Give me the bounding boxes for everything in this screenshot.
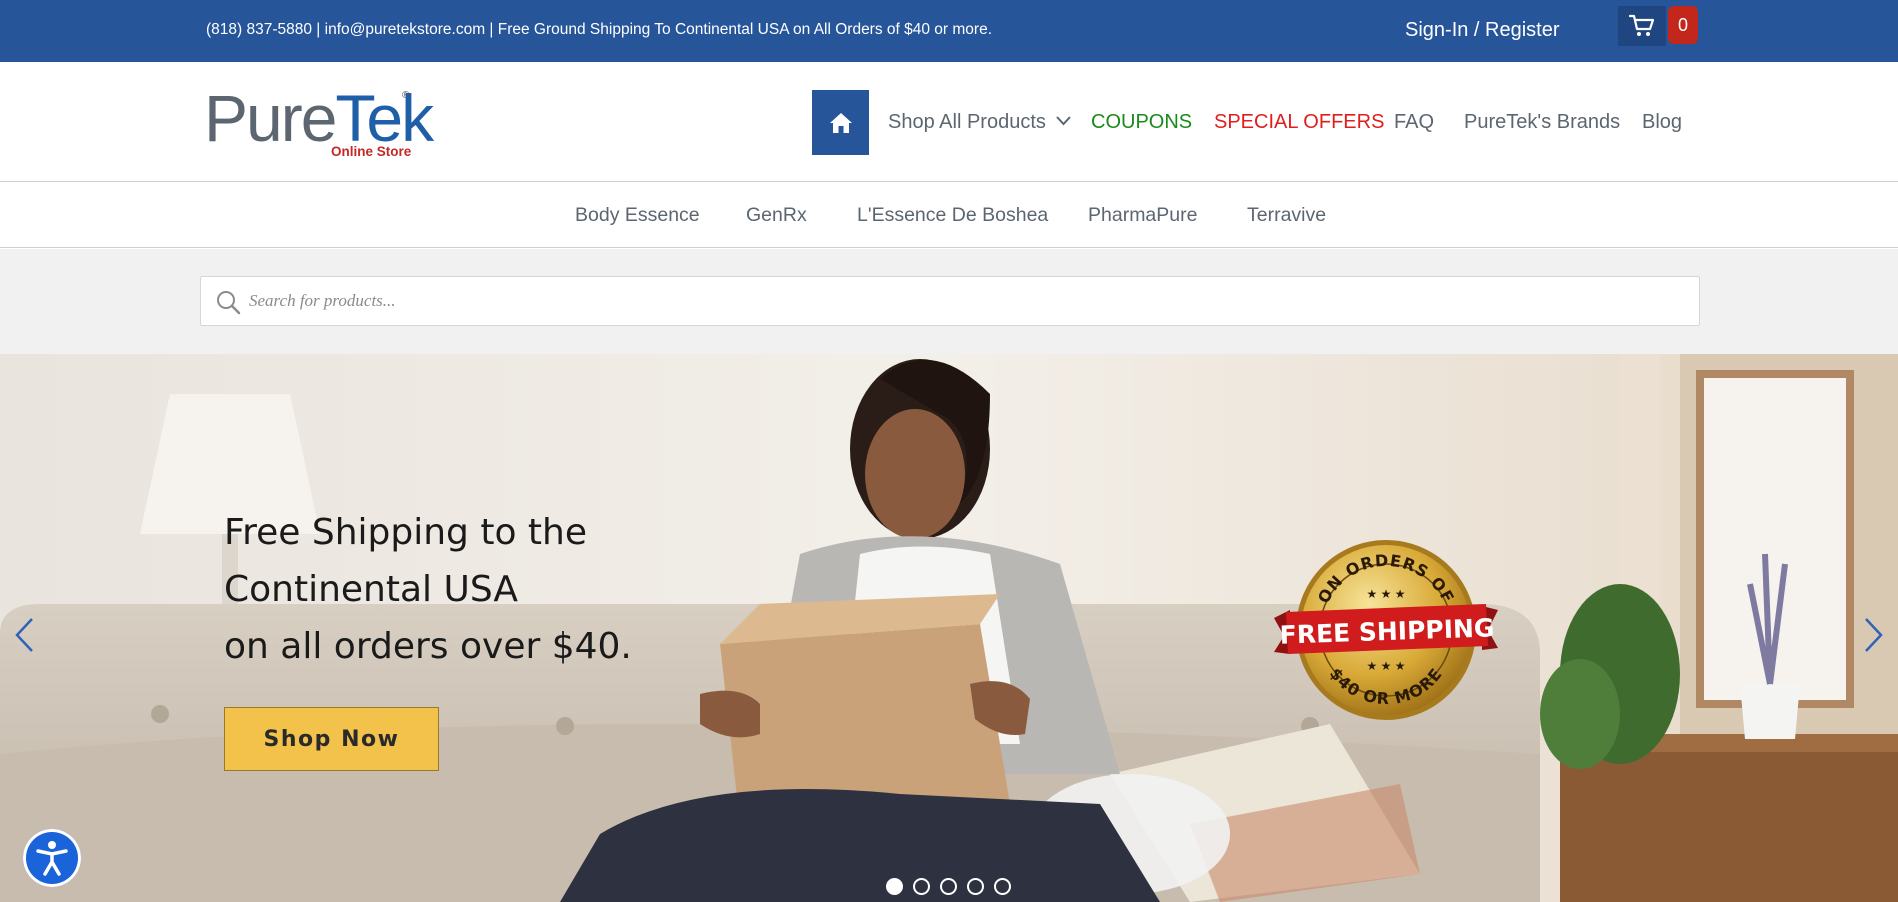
nav-puretek-brands[interactable]: PureTek's Brands — [1464, 111, 1620, 134]
hero-title-line: Continental USA — [224, 569, 518, 610]
free-shipping-badge: ON ORDERS OF $40 OR MORE ★ ★ ★ ★ ★ ★ FRE… — [1274, 540, 1498, 720]
nav-shop-all-products[interactable]: Shop All Products — [888, 111, 1071, 134]
search-box[interactable] — [200, 276, 1700, 326]
slider-dot[interactable] — [994, 878, 1011, 895]
svg-text:★ ★ ★: ★ ★ ★ — [1367, 587, 1406, 601]
sign-in-register-link[interactable]: Sign-In / Register — [1405, 19, 1560, 42]
top-bar: (818) 837-5880 | info@puretekstore.com |… — [0, 0, 1898, 62]
nav-blog[interactable]: Blog — [1642, 111, 1682, 134]
search-icon — [217, 291, 241, 315]
chevron-down-icon — [1056, 116, 1071, 126]
hero-title: Free Shipping to the Continental USA on … — [224, 504, 632, 675]
nav-faq[interactable]: FAQ — [1394, 111, 1434, 134]
brand-link-pharmapure[interactable]: PharmaPure — [1088, 204, 1197, 227]
hero-title-line: on all orders over $40. — [224, 626, 632, 667]
home-icon — [829, 112, 852, 133]
search-input[interactable] — [249, 285, 1679, 317]
accessibility-button[interactable] — [23, 829, 81, 887]
slider-dot[interactable] — [940, 878, 957, 895]
nav-shop-all-label: Shop All Products — [888, 111, 1046, 133]
accessibility-icon — [36, 841, 68, 876]
puretek-logo[interactable]: PureTek ® Online Store — [204, 81, 434, 162]
cart-button[interactable] — [1618, 6, 1666, 46]
brand-link-terravive[interactable]: Terravive — [1247, 204, 1326, 227]
brand-bar: Body Essence GenRx L'Essence De Boshea P… — [0, 183, 1898, 248]
slider-pagination — [886, 878, 1011, 895]
nav-special-offers[interactable]: SPECIAL OFFERS — [1214, 111, 1384, 134]
brand-link-genrx[interactable]: GenRx — [746, 204, 807, 227]
logo-registered-mark: ® — [402, 90, 410, 101]
cart-icon — [1629, 14, 1655, 36]
brand-link-body-essence[interactable]: Body Essence — [575, 204, 700, 227]
cart-count-badge[interactable]: 0 — [1668, 6, 1698, 44]
slider-next-arrow-icon[interactable] — [1862, 616, 1886, 654]
shop-now-button[interactable]: Shop Now — [224, 707, 439, 771]
brand-link-lessence-de-boshea[interactable]: L'Essence De Boshea — [857, 204, 1048, 227]
slider-dot[interactable] — [886, 878, 903, 895]
logo-brand-main: Pure — [204, 81, 337, 155]
hero-title-line: Free Shipping to the — [224, 512, 587, 553]
home-button[interactable] — [812, 90, 869, 155]
slider-dot[interactable] — [967, 878, 984, 895]
main-header: PureTek ® Online Store Shop All Products… — [0, 62, 1898, 182]
slider-dot[interactable] — [913, 878, 930, 895]
search-area — [0, 249, 1898, 354]
svg-text:★ ★ ★: ★ ★ ★ — [1367, 659, 1406, 673]
nav-coupons[interactable]: COUPONS — [1091, 111, 1192, 134]
hero-slider: Free Shipping to the Continental USA on … — [0, 354, 1898, 902]
slider-prev-arrow-icon[interactable] — [12, 616, 36, 654]
logo-subtitle: Online Store — [331, 144, 412, 159]
contact-info: (818) 837-5880 | info@puretekstore.com |… — [206, 21, 993, 38]
